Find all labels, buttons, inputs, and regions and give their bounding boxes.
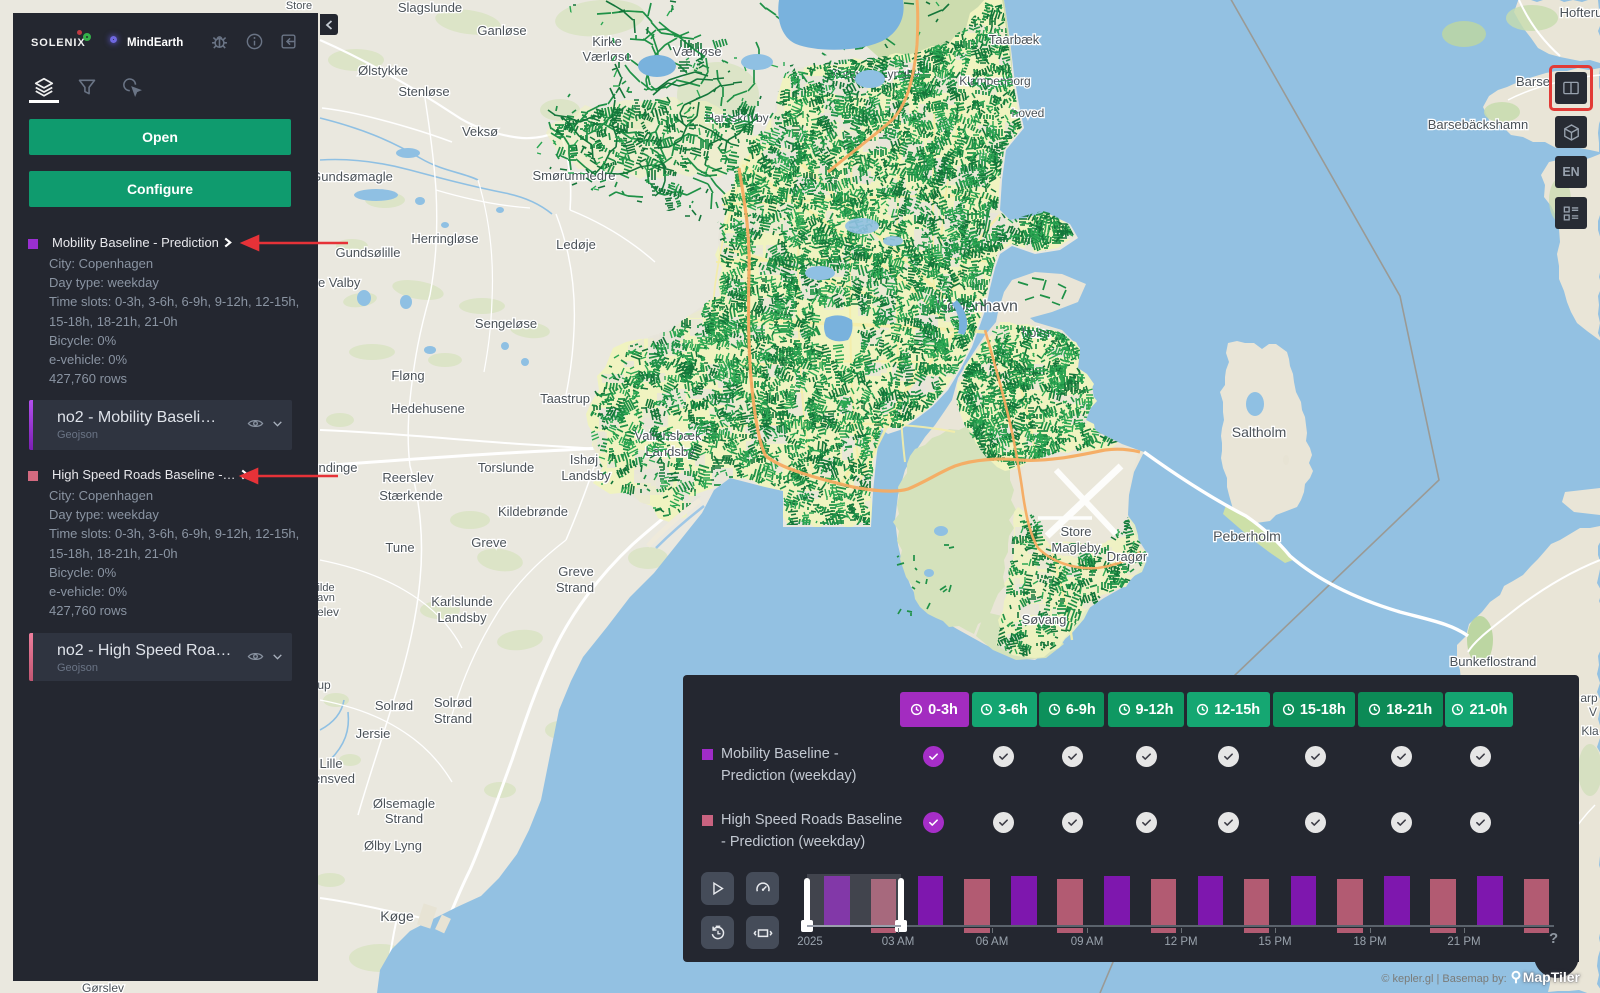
svg-text:Ishøj: Ishøj bbox=[570, 452, 598, 467]
svg-text:Store: Store bbox=[1060, 524, 1091, 539]
svg-text:Ganløse: Ganløse bbox=[477, 23, 526, 38]
svg-text:Gundsømagle: Gundsømagle bbox=[311, 169, 393, 184]
svg-text:ndinge: ndinge bbox=[318, 460, 357, 475]
svg-text:Reerslev: Reerslev bbox=[382, 470, 434, 485]
svg-text:Taarbæk: Taarbæk bbox=[989, 32, 1040, 47]
svg-text:Sengeløse: Sengeløse bbox=[475, 316, 537, 331]
svg-text:Greve: Greve bbox=[558, 564, 593, 579]
svg-text:Strand: Strand bbox=[434, 711, 472, 726]
svg-text:Greve: Greve bbox=[471, 535, 506, 550]
svg-text:Lille: Lille bbox=[319, 756, 342, 771]
svg-text:Ølstykke: Ølstykke bbox=[358, 63, 408, 78]
svg-text:Strand: Strand bbox=[556, 580, 594, 595]
svg-text:Tune: Tune bbox=[385, 540, 414, 555]
svg-text:Søvang: Søvang bbox=[1022, 612, 1067, 627]
svg-text:Ledøje: Ledøje bbox=[556, 237, 596, 252]
svg-text:Kildebrønde: Kildebrønde bbox=[498, 504, 568, 519]
svg-text:Kirke: Kirke bbox=[592, 34, 622, 49]
svg-text:Hedehusene: Hedehusene bbox=[391, 401, 465, 416]
svg-text:Gørslev: Gørslev bbox=[82, 981, 124, 993]
svg-text:Solrød: Solrød bbox=[434, 695, 472, 710]
svg-text:Barse: Barse bbox=[1516, 74, 1550, 89]
svg-text:Landsby: Landsby bbox=[561, 468, 611, 483]
svg-text:Stærkende: Stærkende bbox=[379, 488, 443, 503]
svg-text:Saltholm: Saltholm bbox=[1232, 424, 1286, 440]
svg-text:Peberholm: Peberholm bbox=[1213, 528, 1281, 544]
svg-text:re Valby: re Valby bbox=[314, 275, 361, 290]
svg-text:arp: arp bbox=[1580, 691, 1598, 705]
svg-text:ensved: ensved bbox=[313, 771, 355, 786]
svg-text:avn: avn bbox=[317, 592, 335, 604]
svg-text:up: up bbox=[317, 678, 331, 692]
svg-text:Bunkeflostrand: Bunkeflostrand bbox=[1450, 654, 1537, 669]
svg-text:Ølsemagle: Ølsemagle bbox=[373, 796, 435, 811]
svg-text:Strand: Strand bbox=[385, 811, 423, 826]
svg-text:Gundsølille: Gundsølille bbox=[335, 245, 400, 260]
svg-text:Karlslunde: Karlslunde bbox=[431, 594, 492, 609]
svg-text:Hofteru: Hofteru bbox=[1560, 5, 1600, 20]
svg-text:Barsebäckshamn: Barsebäckshamn bbox=[1428, 117, 1528, 132]
svg-text:elev: elev bbox=[317, 605, 339, 619]
svg-text:Fløng: Fløng bbox=[391, 368, 424, 383]
svg-text:Kla: Kla bbox=[1581, 724, 1599, 738]
svg-text:Torslunde: Torslunde bbox=[478, 460, 534, 475]
svg-text:Slagslunde: Slagslunde bbox=[398, 0, 462, 15]
svg-text:Ølby Lyng: Ølby Lyng bbox=[364, 838, 422, 853]
svg-text:Herringløse: Herringløse bbox=[411, 231, 478, 246]
svg-text:Stenløse: Stenløse bbox=[398, 84, 449, 99]
svg-text:Magleby: Magleby bbox=[1051, 540, 1101, 555]
svg-text:Taastrup: Taastrup bbox=[540, 391, 590, 406]
svg-text:Solrød: Solrød bbox=[375, 698, 413, 713]
svg-text:Store: Store bbox=[286, 0, 312, 12]
svg-text:Køge: Køge bbox=[380, 908, 414, 924]
svg-text:Værløse: Værløse bbox=[582, 49, 631, 64]
svg-text:Landsby: Landsby bbox=[437, 610, 487, 625]
svg-text:V: V bbox=[1589, 705, 1597, 719]
svg-text:Dragør: Dragør bbox=[1107, 549, 1148, 564]
svg-text:Veksø: Veksø bbox=[462, 124, 498, 139]
svg-text:Jersie: Jersie bbox=[356, 726, 391, 741]
